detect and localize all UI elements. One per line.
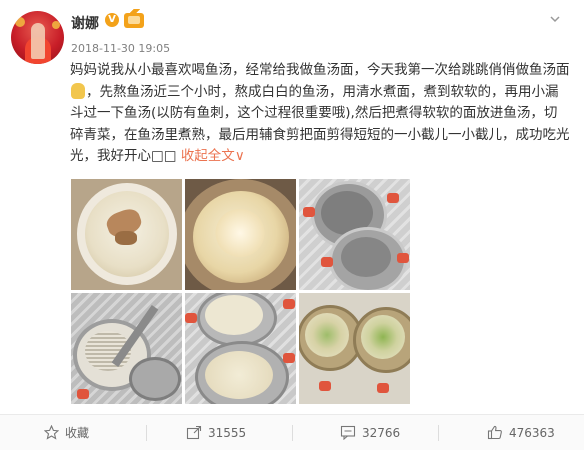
post-text-part1: 妈妈说我从小最喜欢喝鱼汤，经常给我做鱼汤面，今天我第一次给跳跳俏俏做鱼汤面 [70,62,570,78]
star-icon [44,425,59,440]
favorite-label: 收藏 [65,426,90,440]
post-text: 妈妈说我从小最喜欢喝鱼汤，经常给我做鱼汤面，今天我第一次给跳跳俏俏做鱼汤面 ，先熬… [70,60,570,168]
post-text-part2: ，先熬鱼汤近三个小时，熬成白白的鱼汤，用清水煮面，煮到软软的，再用小漏斗过一下鱼… [70,83,570,165]
comment-button[interactable]: 32766 [340,415,400,450]
divider [146,425,147,441]
post-text-boxes: □□ [151,148,177,164]
avatar-decoration [52,21,60,29]
photo-two-bowls-greens[interactable] [299,293,410,404]
avatar[interactable] [11,11,64,64]
comment-count: 32766 [362,425,401,440]
action-bar: 收藏 31555 32766 476363 [0,414,584,450]
chevron-down-icon[interactable] [550,14,560,24]
divider [438,425,439,441]
share-button[interactable]: 31555 [186,415,246,450]
photo-boiling-fish-soup-pot[interactable] [185,179,296,290]
thumbs-up-icon [487,425,502,440]
comment-icon [340,425,356,440]
verified-badge-icon: V [105,13,119,27]
photo-grid [71,179,411,405]
collapse-link[interactable]: 收起全文∨ [181,148,245,164]
share-count: 31555 [208,425,247,440]
collapse-arrow-icon: ∨ [234,148,245,164]
photo-strainer-ladle[interactable] [71,293,182,404]
username[interactable]: 谢娜 [71,13,99,33]
like-count: 476363 [509,425,555,440]
like-button[interactable]: 476363 [487,415,555,450]
ok-hand-emoji-icon [71,82,85,99]
collapse-label: 收起全文 [180,148,235,164]
photo-two-empty-bowls[interactable] [299,179,410,290]
post-timestamp[interactable]: 2018-11-30 19:05 [71,42,170,55]
avatar-decoration [15,17,25,27]
share-icon [186,425,202,440]
photo-fish-soup-bowl[interactable] [71,179,182,290]
weibo-post-card: 谢娜 V 2018-11-30 19:05 妈妈说我从小最喜欢喝鱼汤，经常给我做… [0,0,584,450]
favorite-button[interactable]: 收藏 [44,415,89,450]
divider [292,425,293,441]
photo-two-bowls-noodles[interactable] [185,293,296,404]
member-crown-icon [124,9,144,28]
avatar-face [31,23,45,59]
